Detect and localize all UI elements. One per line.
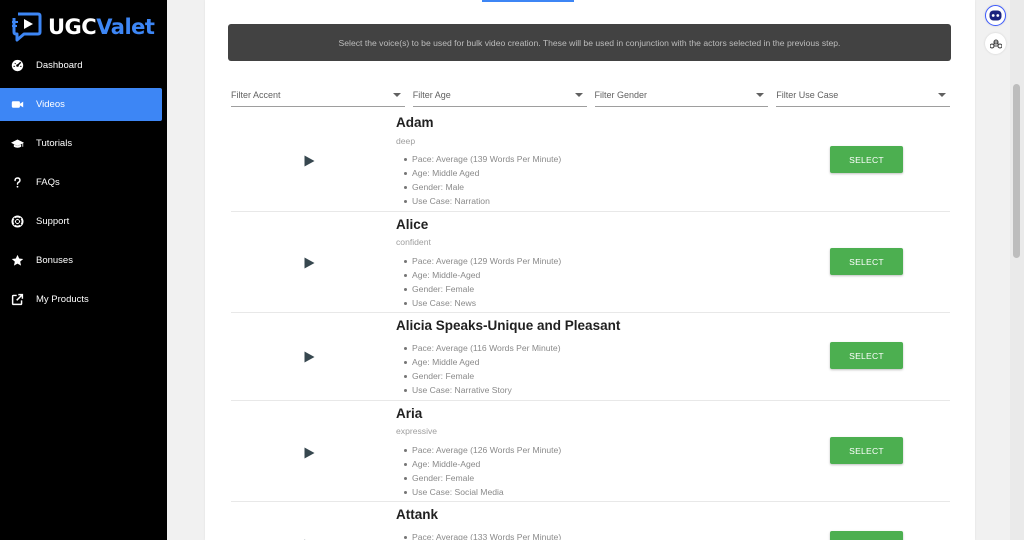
- active-step-indicator: [482, 0, 574, 2]
- brand-logo[interactable]: UGCValet: [12, 10, 155, 44]
- voice-name: Alicia Speaks-Unique and Pleasant: [396, 318, 621, 333]
- dropdown-arrow-icon: [756, 92, 765, 97]
- sidebar-item-label: Dashboard: [36, 60, 83, 71]
- voice-detail-pace: Pace: Average (126 Words Per Minute): [404, 443, 561, 457]
- filter-label: Filter Age: [412, 89, 451, 100]
- assistant-robot-icon[interactable]: [985, 5, 1006, 26]
- voice-detail-pace: Pace: Average (129 Words Per Minute): [404, 254, 561, 268]
- voice-row: Alicia Speaks-Unique and Pleasant Pace: …: [231, 313, 950, 401]
- sidebar-item-support[interactable]: Support: [0, 205, 162, 238]
- voice-detail-gender: Gender: Female: [404, 471, 561, 485]
- filter-use-case-select[interactable]: Filter Use Case: [776, 87, 950, 107]
- dashboard-icon: [10, 59, 24, 73]
- sidebar-item-label: Videos: [36, 99, 65, 110]
- voice-name: Aria: [396, 406, 423, 421]
- sidebar-item-faqs[interactable]: FAQs: [0, 166, 162, 199]
- voice-detail-age: Age: Middle Aged: [404, 166, 561, 180]
- scrollbar-track[interactable]: [1010, 0, 1024, 540]
- video-camera-icon: [10, 98, 24, 112]
- sidebar-item-label: FAQs: [36, 177, 60, 188]
- brand-name: UGCValet: [48, 15, 155, 39]
- select-voice-button[interactable]: SELECT: [830, 146, 903, 173]
- voice-detail-age: Age: Middle-Aged: [404, 457, 561, 471]
- select-voice-button[interactable]: SELECT: [830, 531, 903, 540]
- voice-selection-panel: Select the voice(s) to be used for bulk …: [205, 0, 975, 540]
- select-voice-button[interactable]: SELECT: [830, 342, 903, 369]
- sidebar-item-label: My Products: [36, 294, 89, 305]
- voice-details: Pace: Average (133 Words Per Minute): [404, 530, 561, 540]
- voice-list: Adam deep Pace: Average (139 Words Per M…: [231, 110, 950, 540]
- voice-detail-pace: Pace: Average (139 Words Per Minute): [404, 152, 561, 166]
- sidebar-item-bonuses[interactable]: Bonuses: [0, 244, 162, 277]
- play-icon[interactable]: [303, 446, 315, 459]
- filter-label: Filter Gender: [594, 89, 648, 100]
- voice-detail-gender: Gender: Female: [404, 282, 561, 296]
- sidebar-item-my-products[interactable]: My Products: [0, 283, 162, 316]
- graduation-cap-icon: [10, 137, 24, 151]
- dropdown-arrow-icon: [392, 92, 401, 97]
- voice-detail-use-case: Use Case: Social Media: [404, 485, 561, 499]
- play-icon[interactable]: [303, 350, 315, 363]
- voice-detail-age: Age: Middle Aged: [404, 355, 561, 369]
- info-banner: Select the voice(s) to be used for bulk …: [228, 24, 951, 61]
- sidebar-nav: Dashboard Videos Tutorials FAQs Support: [0, 49, 167, 322]
- filter-bar: Filter Accent Filter Age Filter Gender F…: [231, 87, 950, 107]
- filter-accent-select[interactable]: Filter Accent: [231, 87, 405, 107]
- voice-details: Pace: Average (129 Words Per Minute) Age…: [404, 254, 561, 310]
- dropdown-arrow-icon: [938, 92, 946, 97]
- filter-age-select[interactable]: Filter Age: [412, 87, 587, 107]
- dropdown-arrow-icon: [574, 92, 583, 97]
- voice-detail-age: Age: Middle-Aged: [404, 268, 561, 282]
- scrollbar-thumb[interactable]: [1013, 84, 1020, 258]
- life-ring-icon: [10, 215, 24, 229]
- voice-description: deep: [396, 136, 416, 146]
- filter-label: Filter Use Case: [776, 89, 839, 100]
- voice-detail-use-case: Use Case: Narrative Story: [404, 383, 561, 397]
- select-voice-button[interactable]: SELECT: [830, 248, 903, 275]
- filter-label: Filter Accent: [231, 89, 281, 100]
- voice-details: Pace: Average (116 Words Per Minute) Age…: [404, 341, 561, 397]
- sidebar-item-tutorials[interactable]: Tutorials: [0, 127, 162, 160]
- voice-details: Pace: Average (139 Words Per Minute) Age…: [404, 152, 561, 208]
- voice-detail-gender: Gender: Female: [404, 369, 561, 383]
- voice-name: Adam: [396, 115, 434, 130]
- filter-gender-select[interactable]: Filter Gender: [594, 87, 769, 107]
- sidebar-item-label: Support: [36, 216, 70, 227]
- voice-detail-use-case: Use Case: Narration: [404, 194, 561, 208]
- voice-description: confident: [396, 237, 431, 247]
- voice-detail-pace: Pace: Average (133 Words Per Minute): [404, 530, 561, 540]
- voice-name: Attank: [396, 507, 439, 522]
- banner-text: Select the voice(s) to be used for bulk …: [338, 37, 841, 48]
- voice-row: Adam deep Pace: Average (139 Words Per M…: [231, 110, 950, 212]
- play-icon[interactable]: [303, 256, 315, 269]
- sidebar-item-label: Tutorials: [36, 138, 73, 149]
- sidebar-item-label: Bonuses: [36, 255, 73, 266]
- select-voice-button[interactable]: SELECT: [830, 437, 903, 464]
- voice-row: Alice confident Pace: Average (129 Words…: [231, 212, 950, 313]
- play-icon[interactable]: [303, 154, 315, 167]
- voice-details: Pace: Average (126 Words Per Minute) Age…: [404, 443, 561, 499]
- voice-detail-use-case: Use Case: News: [404, 296, 561, 310]
- star-icon: [10, 254, 24, 268]
- voice-row: Attank Pace: Average (133 Words Per Minu…: [231, 502, 950, 540]
- voice-detail-pace: Pace: Average (116 Words Per Minute): [404, 341, 561, 355]
- voice-name: Alice: [396, 217, 429, 232]
- voice-row: Aria expressive Pace: Average (126 Words…: [231, 401, 950, 502]
- logo-play-icon: [12, 11, 42, 43]
- command-icon[interactable]: [985, 33, 1006, 54]
- question-mark-icon: [10, 176, 24, 190]
- external-link-icon: [10, 293, 24, 307]
- sidebar-item-dashboard[interactable]: Dashboard: [0, 49, 162, 82]
- voice-detail-gender: Gender: Male: [404, 180, 561, 194]
- sidebar: UGCValet Dashboard Videos Tutorials FAQs: [0, 0, 167, 540]
- sidebar-item-videos[interactable]: Videos: [0, 88, 162, 121]
- voice-description: expressive: [396, 426, 438, 436]
